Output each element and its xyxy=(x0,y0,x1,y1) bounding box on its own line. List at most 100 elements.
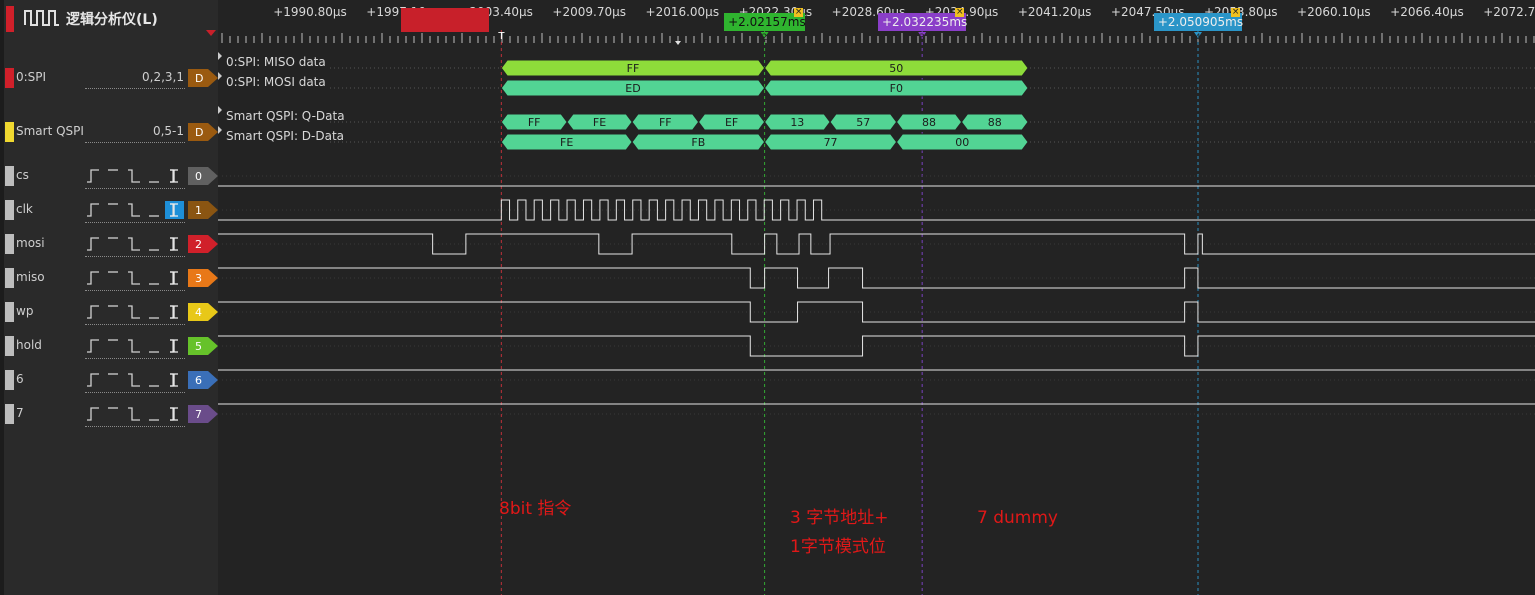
channel-name[interactable]: mosi xyxy=(16,236,45,250)
channel-badge[interactable]: 7 xyxy=(188,405,218,423)
rising-edge-icon[interactable] xyxy=(87,237,99,251)
protocol-pins: 0,5-1 xyxy=(152,124,184,138)
falling-edge-icon[interactable] xyxy=(128,305,140,319)
decoded-byte-value: FE xyxy=(593,116,606,129)
trigger-selector[interactable] xyxy=(87,237,178,251)
channel-color-marker[interactable] xyxy=(5,234,14,254)
channel-name[interactable]: wp xyxy=(16,304,33,318)
channel-color-marker[interactable] xyxy=(5,370,14,390)
trigger-selector[interactable] xyxy=(87,169,178,183)
hold-waveform[interactable] xyxy=(218,335,1535,357)
decoder-row-arrow-icon[interactable] xyxy=(218,52,222,60)
channel-badge[interactable]: D xyxy=(188,123,218,141)
protocol-name[interactable]: 0:SPI xyxy=(16,70,46,84)
channel-badge[interactable]: 2 xyxy=(188,235,218,253)
close-cursor-icon[interactable]: × xyxy=(955,8,965,17)
rising-edge-icon[interactable] xyxy=(87,203,99,217)
rising-edge-icon[interactable] xyxy=(87,339,99,353)
channel-badge[interactable]: 4 xyxy=(188,303,218,321)
channel-badge[interactable]: 0 xyxy=(188,167,218,185)
channel-name[interactable]: cs xyxy=(16,168,29,182)
channel-color-marker[interactable] xyxy=(5,404,14,424)
rising-edge-icon[interactable] xyxy=(87,407,99,421)
channel-badge[interactable]: 3 xyxy=(188,269,218,287)
rising-edge-icon[interactable] xyxy=(87,169,99,183)
rising-edge-icon[interactable] xyxy=(87,373,99,387)
channel-color-marker[interactable] xyxy=(5,268,14,288)
any-edge-icon[interactable] xyxy=(170,271,178,285)
decoder-row-arrow-icon[interactable] xyxy=(218,126,222,134)
protocol-color-marker[interactable] xyxy=(5,122,14,142)
trigger-selector[interactable] xyxy=(87,271,178,285)
svg-text:3: 3 xyxy=(195,272,202,285)
annotation-dummy: 7 dummy xyxy=(977,508,1058,528)
decoder-row-arrow-icon[interactable] xyxy=(218,106,222,114)
falling-edge-icon[interactable] xyxy=(128,237,140,251)
logic-analyzer-window: 逻辑分析仪(L) T 2 3 4 D FF 50 ED F0 D FF FE FF EF 13 57 88 88 F… xyxy=(0,0,1535,595)
ruler-time-label: +2041.20µs xyxy=(1017,5,1092,19)
miso-waveform[interactable] xyxy=(218,267,1535,289)
cursor-time-tag[interactable]: +2.02157ms xyxy=(724,13,806,31)
channel-name[interactable]: 7 xyxy=(16,406,24,420)
decoded-byte-value: 88 xyxy=(988,116,1002,129)
falling-edge-icon[interactable] xyxy=(128,271,140,285)
trigger-selector[interactable] xyxy=(87,305,178,319)
protocol-name[interactable]: Smart QSPI xyxy=(16,124,84,138)
channel-color-marker[interactable] xyxy=(5,336,14,356)
row-underline xyxy=(85,392,185,393)
decoder-row-label: Smart QSPI: D-Data xyxy=(226,129,345,143)
channel-name[interactable]: 6 xyxy=(16,372,24,386)
svg-text:5: 5 xyxy=(195,340,202,353)
clk-waveform[interactable] xyxy=(218,199,1535,221)
channel-color-marker[interactable] xyxy=(5,166,14,186)
close-cursor-icon[interactable]: × xyxy=(1231,8,1241,17)
rising-edge-icon[interactable] xyxy=(87,271,99,285)
waveform-canvas[interactable]: T 2 3 4DFF 50ED F0DFF FE FF EF 13 57 88 88FE FB 77 0001… xyxy=(0,0,1535,595)
falling-edge-icon[interactable] xyxy=(128,203,140,217)
svg-text:4: 4 xyxy=(195,306,202,319)
falling-edge-icon[interactable] xyxy=(128,339,140,353)
any-edge-icon[interactable] xyxy=(170,305,178,319)
channel-badge[interactable]: D xyxy=(188,69,218,87)
decoded-byte-value: EF xyxy=(725,116,738,129)
ruler-time-label: +2016.00µs xyxy=(645,5,720,19)
collapse-arrow-icon[interactable] xyxy=(206,30,216,36)
any-edge-icon[interactable] xyxy=(170,373,178,387)
channel-badge[interactable]: 6 xyxy=(188,371,218,389)
protocol-color-marker[interactable] xyxy=(5,68,14,88)
mosi-waveform[interactable] xyxy=(218,233,1535,255)
trigger-selector[interactable] xyxy=(87,373,178,387)
trigger-selector[interactable] xyxy=(87,407,178,421)
ruler-time-label: +2060.10µs xyxy=(1297,5,1371,19)
channel-name[interactable]: miso xyxy=(16,270,45,284)
cursor-time-tag[interactable]: +2.050905ms xyxy=(1153,13,1243,31)
channel-badge[interactable]: 1 xyxy=(188,201,218,219)
trigger-marker[interactable] xyxy=(401,8,489,32)
close-cursor-icon[interactable]: × xyxy=(794,8,804,17)
decoded-byte-value: FB xyxy=(691,136,705,149)
falling-edge-icon[interactable] xyxy=(128,373,140,387)
row-underline xyxy=(85,290,185,291)
falling-edge-icon[interactable] xyxy=(128,169,140,183)
decoder-row-arrow-icon[interactable] xyxy=(218,72,222,80)
trigger-selector[interactable] xyxy=(87,339,178,353)
wp-waveform[interactable] xyxy=(218,301,1535,323)
any-edge-icon[interactable] xyxy=(170,169,178,183)
any-edge-icon[interactable] xyxy=(170,339,178,353)
trigger-selector[interactable] xyxy=(87,201,184,219)
any-edge-icon[interactable] xyxy=(170,407,178,421)
falling-edge-icon[interactable] xyxy=(128,407,140,421)
any-edge-icon[interactable] xyxy=(170,237,178,251)
row-underline xyxy=(85,142,185,143)
rising-edge-icon[interactable] xyxy=(87,305,99,319)
channel-color-marker[interactable] xyxy=(5,302,14,322)
decoded-byte-value: 88 xyxy=(922,116,936,129)
channel-name[interactable]: hold xyxy=(16,338,42,352)
channel-badge[interactable]: 5 xyxy=(188,337,218,355)
cursor-time-tag[interactable]: +2.032235ms xyxy=(878,13,967,31)
svg-text:2: 2 xyxy=(195,238,202,251)
svg-text:D: D xyxy=(195,126,203,139)
channel-name[interactable]: clk xyxy=(16,202,33,216)
decoded-byte-value: FF xyxy=(659,116,672,129)
channel-color-marker[interactable] xyxy=(5,200,14,220)
